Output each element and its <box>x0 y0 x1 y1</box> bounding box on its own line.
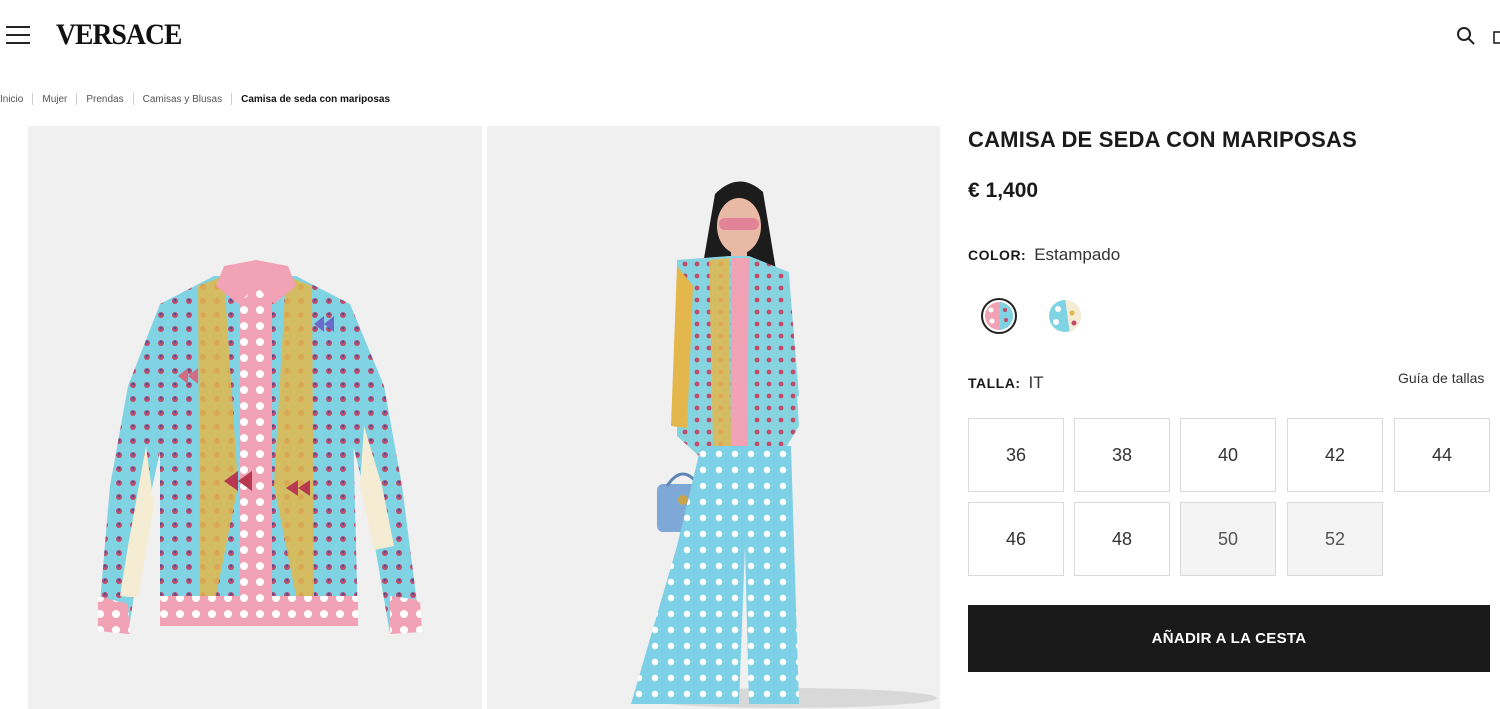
size-option-44[interactable]: 44 <box>1394 418 1490 492</box>
product-image-model[interactable] <box>487 126 940 709</box>
breadcrumb-separator <box>76 93 78 105</box>
size-option-36[interactable]: 36 <box>968 418 1064 492</box>
size-option-48[interactable]: 48 <box>1074 502 1170 576</box>
breadcrumb: Inicio Mujer Prendas Camisas y Blusas Ca… <box>0 93 390 105</box>
size-row: TALLA: IT <box>968 373 1044 393</box>
size-option-38[interactable]: 38 <box>1074 418 1170 492</box>
bag-icon[interactable] <box>1492 26 1500 46</box>
breadcrumb-item-camisas-blusas[interactable]: Camisas y Blusas <box>143 94 222 105</box>
color-value: Estampado <box>1034 245 1121 264</box>
breadcrumb-separator <box>132 93 134 105</box>
size-system: IT <box>1028 373 1044 392</box>
color-label: COLOR: <box>968 247 1027 263</box>
add-to-cart-button[interactable]: AÑADIR A LA CESTA <box>968 605 1490 672</box>
model-illustration <box>631 181 937 708</box>
size-option-40[interactable]: 40 <box>1180 418 1276 492</box>
brand-logo[interactable]: VERSACE <box>56 18 182 52</box>
color-row: COLOR: Estampado <box>968 245 1120 265</box>
product-title: CAMISA DE SEDA CON MARIPOSAS <box>968 127 1357 152</box>
product-price: € 1,400 <box>968 179 1039 202</box>
breadcrumb-separator <box>32 93 34 105</box>
swatch-print-icon <box>985 302 1013 330</box>
size-guide-link[interactable]: Guía de tallas <box>1398 370 1484 386</box>
size-option-50[interactable]: 50 <box>1180 502 1276 576</box>
product-image-shirt[interactable] <box>28 126 482 709</box>
breadcrumb-item-mujer[interactable]: Mujer <box>42 94 67 105</box>
color-swatch-alt[interactable] <box>1046 297 1084 335</box>
breadcrumb-separator <box>231 93 233 105</box>
breadcrumb-item-prendas[interactable]: Prendas <box>86 94 123 105</box>
menu-icon[interactable] <box>6 24 32 46</box>
breadcrumb-item-inicio[interactable]: Inicio <box>0 94 23 105</box>
size-option-52[interactable]: 52 <box>1287 502 1383 576</box>
search-icon[interactable] <box>1456 26 1476 46</box>
size-label: TALLA: <box>968 375 1021 391</box>
size-option-42[interactable]: 42 <box>1287 418 1383 492</box>
site-header: VERSACE <box>0 0 1500 80</box>
color-swatch-selected[interactable] <box>981 298 1017 334</box>
shirt-illustration <box>98 260 422 634</box>
swatch-print-icon <box>1049 300 1081 332</box>
breadcrumb-current: Camisa de seda con mariposas <box>241 93 391 105</box>
size-option-46[interactable]: 46 <box>968 502 1064 576</box>
